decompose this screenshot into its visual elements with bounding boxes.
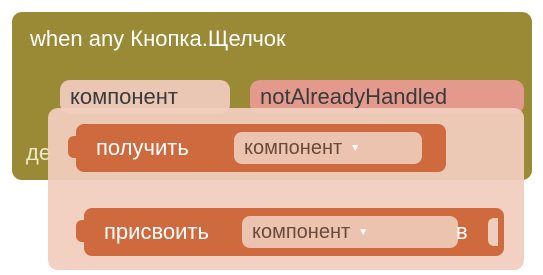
- get-variable-dropdown[interactable]: компонент ▼: [234, 132, 422, 164]
- blocks-workspace: when any Кнопка.Щелчок компонент notAlre…: [0, 0, 543, 275]
- statement-notch: [76, 220, 88, 242]
- get-variable-block[interactable]: получить компонент ▼: [68, 124, 446, 172]
- output-notch: [68, 136, 80, 158]
- set-variable-dropdown[interactable]: компонент ▼: [242, 216, 458, 248]
- get-dropdown-value: компонент: [244, 137, 343, 159]
- set-dropdown-value: компонент: [252, 221, 351, 243]
- get-label: получить: [96, 135, 189, 160]
- set-label: присвоить: [104, 219, 209, 244]
- value-input-socket[interactable]: [488, 218, 498, 246]
- dropdown-arrow-icon: ▼: [358, 226, 369, 238]
- dropdown-arrow-icon: ▼: [350, 142, 361, 154]
- set-variable-block[interactable]: присвоить компонент ▼ в: [76, 208, 504, 256]
- event-title: when any Кнопка.Щелчок: [30, 26, 286, 51]
- to-label: в: [456, 219, 468, 244]
